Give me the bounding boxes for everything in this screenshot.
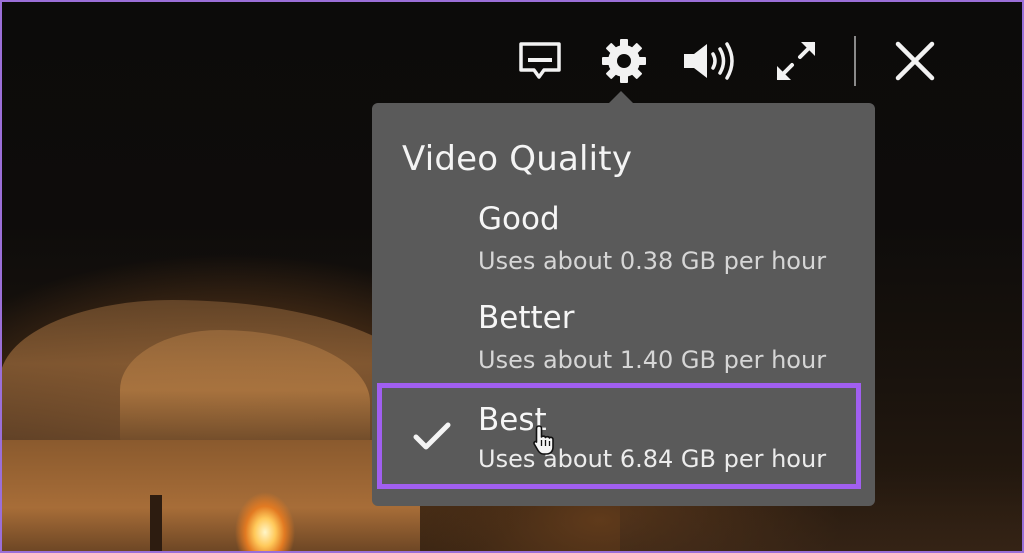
volume-button[interactable]: [680, 36, 740, 86]
subtitles-button[interactable]: [514, 36, 566, 86]
close-button[interactable]: [888, 36, 942, 86]
quality-option-best[interactable]: Best Uses about 6.84 GB per hour: [377, 383, 861, 489]
volume-icon: [684, 42, 734, 80]
gear-icon: [602, 39, 646, 83]
option-description: Uses about 1.40 GB per hour: [478, 346, 827, 374]
option-description: Uses about 0.38 GB per hour: [478, 247, 827, 275]
scene-post: [150, 495, 162, 553]
option-label: Good: [478, 201, 560, 237]
quality-option-better[interactable]: Better Uses about 1.40 GB per hour: [382, 296, 856, 392]
scene-wall: [0, 440, 420, 553]
checkmark-icon: [413, 422, 451, 450]
menu-title: Video Quality: [402, 139, 633, 179]
video-quality-menu: Video Quality Good Uses about 0.38 GB pe…: [372, 103, 875, 506]
fullscreen-icon: [777, 42, 815, 80]
close-icon: [895, 41, 935, 81]
fullscreen-button[interactable]: [770, 36, 822, 86]
subtitles-icon: [519, 42, 561, 79]
option-description: Uses about 6.84 GB per hour: [478, 445, 827, 473]
player-controls-bar: [514, 36, 954, 86]
scene-fire: [225, 470, 305, 553]
settings-button[interactable]: [598, 36, 650, 86]
option-label: Better: [478, 300, 575, 336]
hand-cursor-icon: [533, 425, 554, 455]
quality-option-good[interactable]: Good Uses about 0.38 GB per hour: [382, 197, 856, 293]
controls-divider: [854, 36, 856, 86]
